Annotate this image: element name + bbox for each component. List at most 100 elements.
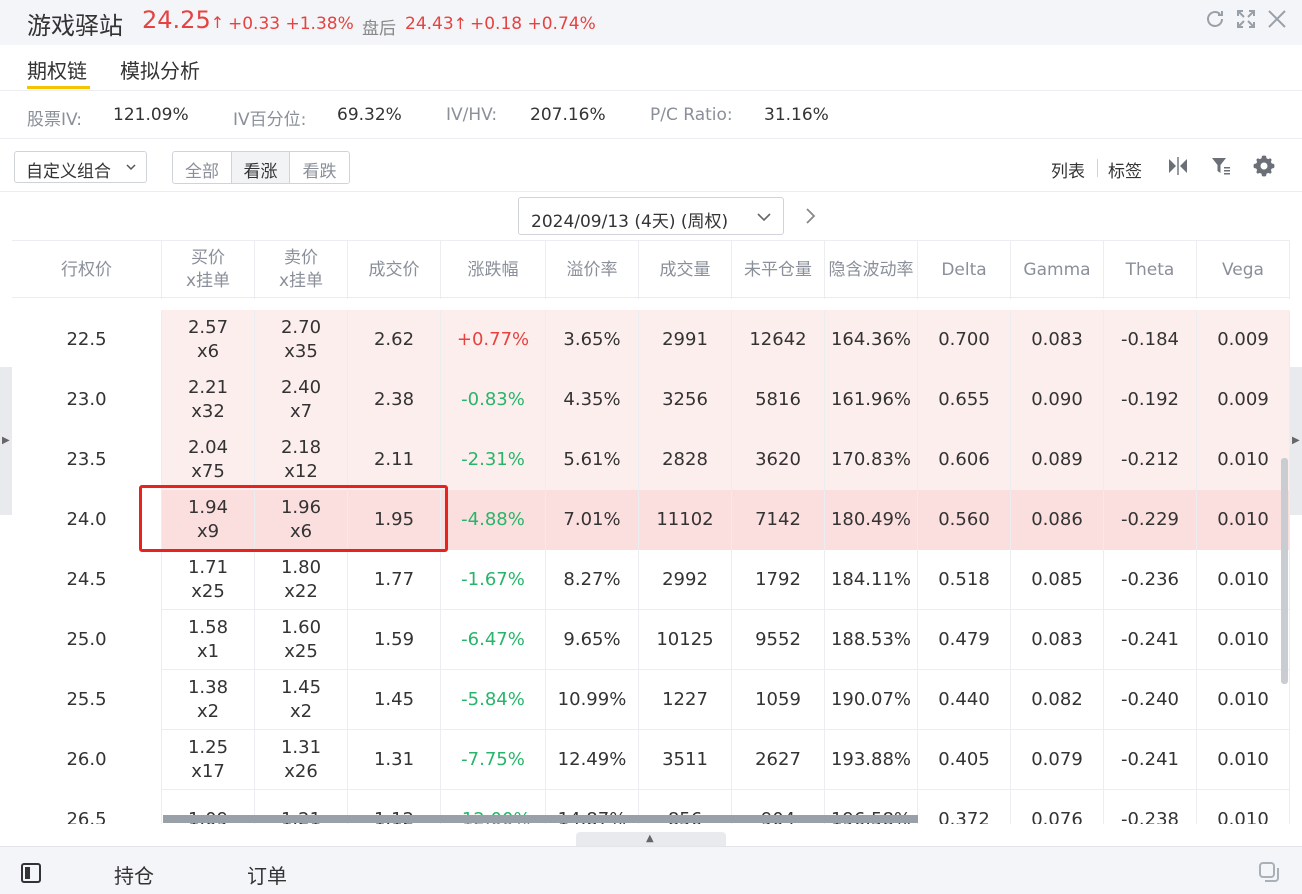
iv-stats-bar: 股票IV: 121.09% IV百分位: 69.32% IV/HV: 207.1…	[0, 91, 1302, 139]
split-icon[interactable]	[1166, 154, 1190, 178]
cell-last: 1.77	[348, 550, 441, 610]
tag-view-button[interactable]: 标签	[1108, 157, 1142, 182]
cell-value: +0.77%	[456, 329, 530, 350]
cell-value: 4.35%	[563, 389, 621, 410]
col-header-premium[interactable]: 溢价率	[546, 241, 639, 299]
positions-tab[interactable]: 持仓	[114, 860, 154, 889]
col-header-label: 未平仓量	[744, 259, 812, 280]
stock-iv-value: 121.09%	[113, 105, 189, 125]
filter-puts-button[interactable]: 看跌	[289, 151, 350, 184]
cell-open-interest: 5816	[732, 370, 825, 430]
cell-value: 2.57	[187, 317, 229, 338]
custom-combo-select[interactable]: 自定义组合	[14, 151, 147, 183]
col-header-open-interest[interactable]: 未平仓量	[732, 241, 825, 299]
cell-value: 0.606	[938, 449, 990, 470]
main-tabs: 期权链 模拟分析	[0, 45, 1302, 91]
cell-value: x1	[196, 641, 220, 662]
panel-icon[interactable]	[20, 862, 42, 884]
col-header-ask[interactable]: 卖价 x挂单	[255, 241, 348, 299]
tab-option-chain[interactable]: 期权链	[27, 55, 87, 84]
table-row[interactable]: 22.5 2.57 x6 2.70 x35 2.62 +0.77% 3.65% 2991 1264…	[12, 310, 1290, 370]
expand-icon[interactable]	[1234, 7, 1258, 31]
left-panel-toggle[interactable]: ▶	[0, 367, 12, 515]
caret-right-icon: ▶	[2, 435, 10, 446]
table-row[interactable]: 23.0 2.21 x32 2.40 x7 2.38 -0.83% 4.35% 3256 5816…	[12, 370, 1290, 430]
cell-value: -0.241	[1120, 629, 1180, 650]
post-market-price: 24.43↑	[405, 14, 467, 34]
stock-iv-label: 股票IV:	[27, 110, 82, 130]
cell-change: -5.84%	[441, 670, 546, 730]
cell-value: -0.238	[1120, 809, 1180, 824]
vertical-scrollbar[interactable]	[1281, 458, 1288, 684]
cell-value: 26.5	[66, 809, 107, 824]
refresh-icon[interactable]	[1203, 7, 1227, 31]
cell-volume: 3511	[639, 730, 732, 790]
iv-percentile-label: IV百分位:	[233, 110, 307, 130]
cell-theta: -0.241	[1104, 610, 1197, 670]
cell-implied-vol: 161.96%	[825, 370, 918, 430]
table-row[interactable]: 25.0 1.58 x1 1.60 x25 1.59 -6.47% 9.65% 10125 955…	[12, 610, 1290, 670]
col-header-delta[interactable]: Delta	[918, 241, 1011, 299]
col-header-volume[interactable]: 成交量	[639, 241, 732, 299]
active-tab-indicator	[27, 86, 90, 89]
expiry-select[interactable]: 2024/09/13 (4天) (周权)	[518, 197, 784, 235]
col-header-label: Gamma	[1023, 259, 1091, 280]
list-view-button[interactable]: 列表	[1051, 157, 1085, 182]
pc-ratio-value: 31.16%	[764, 105, 829, 125]
cell-value: x7	[289, 401, 313, 422]
cell-theta: -0.212	[1104, 430, 1197, 490]
cell-last: 2.62	[348, 310, 441, 370]
cell-vega: 0.009	[1197, 310, 1290, 370]
cell-value: 2828	[662, 449, 708, 470]
col-header-vega[interactable]: Vega	[1197, 241, 1290, 299]
filter-all-button[interactable]: 全部	[172, 151, 232, 184]
cell-theta: -0.192	[1104, 370, 1197, 430]
cell-volume: 2828	[639, 430, 732, 490]
table-row[interactable]: 25.5 1.38 x2 1.45 x2 1.45 -5.84% 10.99% 1227 1059…	[12, 670, 1290, 730]
cell-value: 0.010	[1217, 689, 1269, 710]
table-row[interactable]: 24.5 1.71 x25 1.80 x22 1.77 -1.67% 8.27% 2992 179…	[12, 550, 1290, 610]
cell-value: 3256	[662, 389, 708, 410]
col-header-implied-vol[interactable]: 隐含波动率	[825, 241, 918, 299]
col-header-bid[interactable]: 买价 x挂单	[162, 241, 255, 299]
cell-value: 1.71	[187, 557, 229, 578]
cell-value: x17	[191, 761, 225, 782]
col-header-label: 成交量	[659, 259, 711, 280]
cell-vega: 0.010	[1197, 670, 1290, 730]
caret-right-icon: ▶	[1292, 435, 1300, 446]
chain-toolbar: 自定义组合 全部 看涨 看跌 列表 标签	[0, 139, 1302, 192]
cell-value: 12.49%	[557, 749, 627, 770]
cell-open-interest: 1792	[732, 550, 825, 610]
table-row[interactable]: 26.0 1.25 x17 1.31 x26 1.31 -7.75% 12.49% 3511 26…	[12, 730, 1290, 790]
close-icon[interactable]	[1265, 7, 1289, 31]
collapse-panel-button[interactable]: ▲	[576, 832, 726, 846]
col-header-gamma[interactable]: Gamma	[1011, 241, 1104, 299]
filter-icon[interactable]	[1209, 154, 1233, 178]
cell-value: 1059	[755, 689, 801, 710]
cell-implied-vol: 193.88%	[825, 730, 918, 790]
table-row[interactable]: 23.5 2.04 x75 2.18 x12 2.11 -2.31% 5.61% 2828 362…	[12, 430, 1290, 490]
col-header-change[interactable]: 涨跌幅	[441, 241, 546, 299]
chevron-right-icon[interactable]	[803, 206, 817, 226]
bottom-bar: 持仓 订单	[0, 846, 1302, 894]
cell-value: -0.241	[1120, 749, 1180, 770]
filter-calls-button[interactable]: 看涨	[231, 151, 290, 184]
copy-icon[interactable]	[1257, 860, 1281, 884]
col-header-theta[interactable]: Theta	[1104, 241, 1197, 299]
up-arrow-icon: ↑	[453, 14, 468, 33]
gear-icon[interactable]	[1252, 154, 1276, 178]
orders-tab[interactable]: 订单	[247, 860, 287, 889]
cell-value: 3511	[662, 749, 708, 770]
stock-name: 游戏驿站	[27, 12, 123, 40]
right-panel-toggle[interactable]: ▶	[1290, 367, 1302, 515]
table-header: 行权价 买价 x挂单 卖价 x挂单 成交价 涨跌幅 溢价率 成交量 未平仓量 隐含波动率 Delta G…	[12, 240, 1290, 299]
tab-simulation[interactable]: 模拟分析	[120, 55, 200, 84]
col-header-last[interactable]: 成交价	[348, 241, 441, 299]
col-header-strike[interactable]: 行权价	[12, 241, 162, 299]
cell-change: -4.88%	[441, 490, 546, 550]
horizontal-scrollbar[interactable]	[163, 815, 918, 823]
cell-value: 0.560	[938, 509, 990, 530]
cell-value: x32	[191, 401, 225, 422]
price-value: 24.25	[142, 6, 211, 34]
cell-ask: 2.18 x12	[255, 430, 348, 490]
